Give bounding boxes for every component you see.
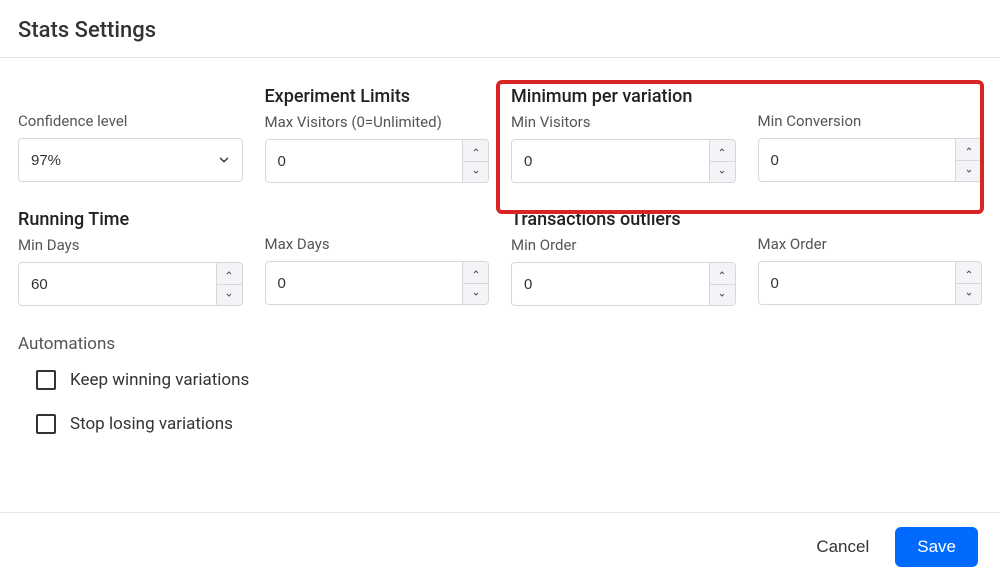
min-order-down-button[interactable] bbox=[710, 285, 735, 306]
min-order-group: Transactions outliers Min Order bbox=[511, 209, 736, 306]
max-order-input[interactable] bbox=[759, 262, 956, 304]
cancel-button[interactable]: Cancel bbox=[810, 529, 875, 565]
max-days-down-button[interactable] bbox=[463, 284, 488, 305]
max-order-up-button[interactable] bbox=[956, 262, 981, 284]
transactions-outliers-heading: Transactions outliers bbox=[511, 209, 736, 230]
min-days-group: Running Time Min Days bbox=[18, 209, 243, 306]
max-visitors-input[interactable] bbox=[266, 140, 463, 182]
max-order-group: Max Order bbox=[758, 209, 983, 306]
min-days-label: Min Days bbox=[18, 236, 243, 254]
min-days-up-button[interactable] bbox=[217, 263, 242, 285]
minimum-per-variation-heading: Minimum per variation bbox=[511, 86, 736, 107]
keep-winning-label: Keep winning variations bbox=[70, 370, 249, 390]
confidence-level-group: Confidence level 97% bbox=[18, 86, 243, 183]
min-visitors-group: Minimum per variation Min Visitors bbox=[511, 86, 736, 183]
min-conversion-label: Min Conversion bbox=[758, 112, 983, 130]
min-days-down-button[interactable] bbox=[217, 285, 242, 306]
min-visitors-down-button[interactable] bbox=[710, 162, 735, 183]
min-visitors-up-button[interactable] bbox=[710, 140, 735, 162]
divider bbox=[0, 57, 1000, 58]
min-order-input[interactable] bbox=[512, 263, 709, 305]
min-order-up-button[interactable] bbox=[710, 263, 735, 285]
max-order-label: Max Order bbox=[758, 235, 983, 253]
max-visitors-label: Max Visitors (0=Unlimited) bbox=[265, 113, 490, 131]
automations-section: Automations Keep winning variations Stop… bbox=[18, 334, 982, 434]
max-days-label: Max Days bbox=[265, 235, 490, 253]
min-conversion-down-button[interactable] bbox=[956, 161, 981, 182]
min-conversion-up-button[interactable] bbox=[956, 139, 981, 161]
min-order-label: Min Order bbox=[511, 236, 736, 254]
min-visitors-input[interactable] bbox=[512, 140, 709, 182]
max-visitors-down-button[interactable] bbox=[463, 162, 488, 183]
experiment-limits-group: Experiment Limits Max Visitors (0=Unlimi… bbox=[265, 86, 490, 183]
min-days-input[interactable] bbox=[19, 263, 216, 305]
max-days-group: Max Days bbox=[265, 209, 490, 306]
stop-losing-checkbox[interactable] bbox=[36, 414, 56, 434]
max-order-down-button[interactable] bbox=[956, 284, 981, 305]
confidence-level-select[interactable]: 97% bbox=[18, 138, 243, 182]
automations-heading: Automations bbox=[18, 334, 982, 354]
max-visitors-up-button[interactable] bbox=[463, 140, 488, 162]
stop-losing-label: Stop losing variations bbox=[70, 414, 233, 434]
min-conversion-group: Min Conversion bbox=[758, 86, 983, 183]
min-visitors-label: Min Visitors bbox=[511, 113, 736, 131]
keep-winning-checkbox[interactable] bbox=[36, 370, 56, 390]
max-days-input[interactable] bbox=[266, 262, 463, 304]
save-button[interactable]: Save bbox=[895, 527, 978, 567]
running-time-heading: Running Time bbox=[18, 209, 243, 230]
max-days-up-button[interactable] bbox=[463, 262, 488, 284]
confidence-level-label: Confidence level bbox=[18, 112, 243, 130]
page-title: Stats Settings bbox=[18, 18, 982, 43]
experiment-limits-heading: Experiment Limits bbox=[265, 86, 490, 107]
min-conversion-input[interactable] bbox=[759, 139, 956, 181]
footer: Cancel Save bbox=[0, 512, 1000, 567]
